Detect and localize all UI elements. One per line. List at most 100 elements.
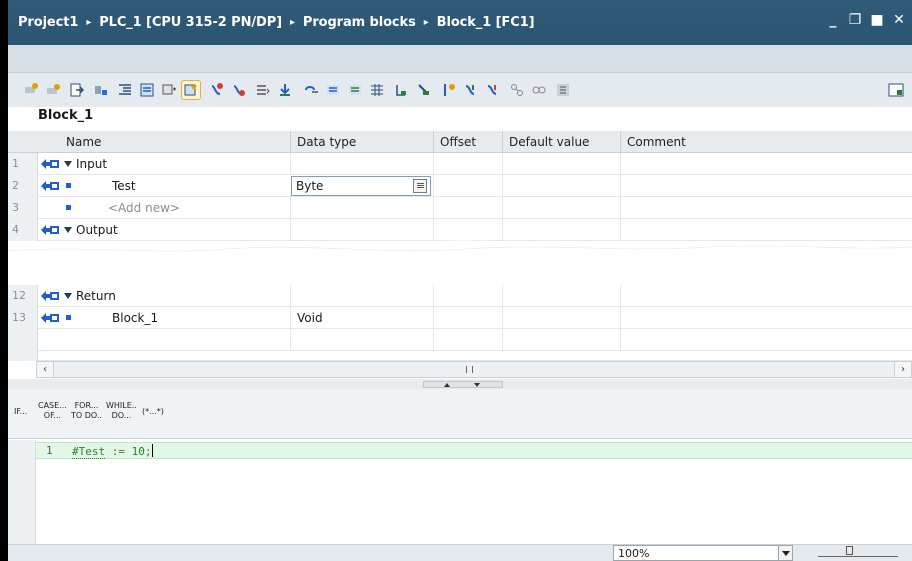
add-new-row[interactable]: <Add new> <box>108 197 180 219</box>
datatype-picker-button[interactable] <box>413 179 427 193</box>
outdent-button[interactable] <box>138 81 156 99</box>
restore-button[interactable]: ❐ <box>848 12 862 28</box>
scl-case-button[interactable]: CASE... OF... <box>38 401 67 421</box>
zoom-dropdown-button[interactable] <box>778 546 792 560</box>
monitor-button[interactable] <box>92 81 110 99</box>
scl-for-label-2: TO DO.. <box>71 411 102 420</box>
col-datatype-header[interactable]: Data type <box>290 131 433 153</box>
table-row[interactable]: 13 Block_1 Void <box>8 307 912 329</box>
col-comment-header[interactable]: Comment <box>620 131 912 153</box>
code-variable[interactable]: #Test <box>72 445 106 459</box>
io-interface-icon <box>41 313 59 323</box>
breadcrumb-plc[interactable]: PLC_1 [CPU 315-2 PN/DP] <box>99 15 282 30</box>
export-button[interactable] <box>68 81 86 99</box>
add-row-button[interactable] <box>44 81 62 99</box>
table-row-empty[interactable] <box>8 329 912 351</box>
scl-while-button[interactable]: WHILE.. DO... <box>106 401 137 421</box>
minimize-button[interactable]: _ <box>826 12 840 28</box>
expand-icon[interactable] <box>64 161 72 167</box>
watch2-button[interactable] <box>484 81 502 99</box>
call-icon <box>211 83 223 95</box>
scroll-right-button[interactable]: › <box>894 362 911 377</box>
cell-divider <box>620 153 621 175</box>
indent-button[interactable] <box>116 81 134 99</box>
favorites-button[interactable] <box>181 80 201 100</box>
insert-row-button[interactable] <box>22 81 40 99</box>
scl-for-button[interactable]: FOR... TO DO.. <box>71 401 102 421</box>
zoom-slider-knob[interactable] <box>846 546 853 555</box>
col-default-header[interactable]: Default value <box>502 131 620 153</box>
cell-divider <box>620 197 621 219</box>
datatype-field[interactable]: Byte <box>291 176 431 196</box>
breadcrumb-project[interactable]: Project1 <box>18 15 78 30</box>
table-horizontal-scrollbar[interactable]: ‹ › <box>36 361 912 378</box>
breadcrumb-program-blocks[interactable]: Program blocks <box>303 15 416 30</box>
download-button[interactable] <box>276 81 294 99</box>
scl-comment-button[interactable]: (*...*) <box>142 407 164 417</box>
step2-button[interactable] <box>414 81 432 99</box>
scroll-left-button[interactable]: ‹ <box>37 362 54 377</box>
expand-icon[interactable] <box>64 227 72 233</box>
zoom-select[interactable]: 100% <box>613 545 793 561</box>
call-button[interactable] <box>208 81 226 99</box>
row-name[interactable]: Input <box>76 153 107 175</box>
table-row[interactable]: 1 Input <box>8 153 912 175</box>
scl-if-label: IF... <box>14 407 28 416</box>
row-number: 3 <box>8 197 38 219</box>
panel-icon <box>888 83 904 97</box>
outdent-icon <box>140 83 154 97</box>
row-number: 2 <box>8 175 38 197</box>
maximize-button[interactable]: ■ <box>870 12 884 28</box>
scl-code-editor[interactable]: 1 #Test := 10; <box>8 440 912 544</box>
cell-divider <box>433 197 434 219</box>
zoom-slider[interactable] <box>818 546 898 557</box>
variable-icon <box>66 205 71 210</box>
expand-icon[interactable] <box>64 293 72 299</box>
cell-divider <box>290 197 291 219</box>
table-row[interactable]: 2 Test Byte <box>8 175 912 197</box>
row-name[interactable]: Test <box>112 175 136 197</box>
align2-button[interactable] <box>346 81 364 99</box>
collapse-up-icon[interactable] <box>444 383 450 387</box>
jump-button[interactable] <box>230 81 248 99</box>
row-number: 12 <box>8 285 38 307</box>
list-button[interactable] <box>254 81 272 99</box>
watch-button[interactable] <box>462 81 480 99</box>
network-button[interactable] <box>508 81 526 99</box>
goto-button[interactable] <box>302 81 320 99</box>
col-name-header[interactable]: Name <box>60 131 290 153</box>
code-line[interactable]: #Test := 10; <box>72 444 154 459</box>
row-name[interactable]: Block_1 <box>112 307 158 329</box>
col-offset-header[interactable]: Offset <box>433 131 502 153</box>
cell-divider <box>620 307 621 329</box>
table-header: Name Data type Offset Default value Comm… <box>8 131 912 153</box>
row-datatype[interactable]: Void <box>297 307 323 329</box>
close-button[interactable]: ✕ <box>892 12 906 28</box>
breakpoint-button[interactable] <box>440 81 458 99</box>
breadcrumb-separator-icon: ▸ <box>289 17 295 28</box>
glasses-button[interactable] <box>530 81 548 99</box>
align-button[interactable] <box>324 81 342 99</box>
network-icon <box>511 84 523 96</box>
grid-button[interactable] <box>368 81 386 99</box>
compare-button[interactable] <box>554 81 572 99</box>
table-row-empty[interactable] <box>8 351 912 361</box>
cell-divider <box>290 285 291 307</box>
scl-if-button[interactable]: IF... <box>14 407 27 417</box>
scroll-grip-icon[interactable] <box>466 366 473 373</box>
splitter-handle[interactable] <box>423 381 503 388</box>
pane-splitter[interactable] <box>8 379 912 389</box>
align2-icon <box>349 85 361 95</box>
panel-toggle-button[interactable] <box>888 82 904 98</box>
comment-icon <box>162 84 176 95</box>
table-row[interactable]: 12 Return <box>8 285 912 307</box>
comment-button[interactable] <box>160 81 178 99</box>
table-row[interactable]: 3 <Add new> <box>8 197 912 219</box>
step-button[interactable] <box>392 81 410 99</box>
favorites-icon <box>184 84 197 96</box>
row-name[interactable]: Return <box>76 285 116 307</box>
add-row-icon <box>47 84 60 94</box>
collapse-down-icon[interactable] <box>474 383 480 387</box>
tia-editor-window: Project1 ▸ PLC_1 [CPU 315-2 PN/DP] ▸ Program… <box>8 0 912 561</box>
breadcrumb-block[interactable]: Block_1 [FC1] <box>437 15 535 30</box>
